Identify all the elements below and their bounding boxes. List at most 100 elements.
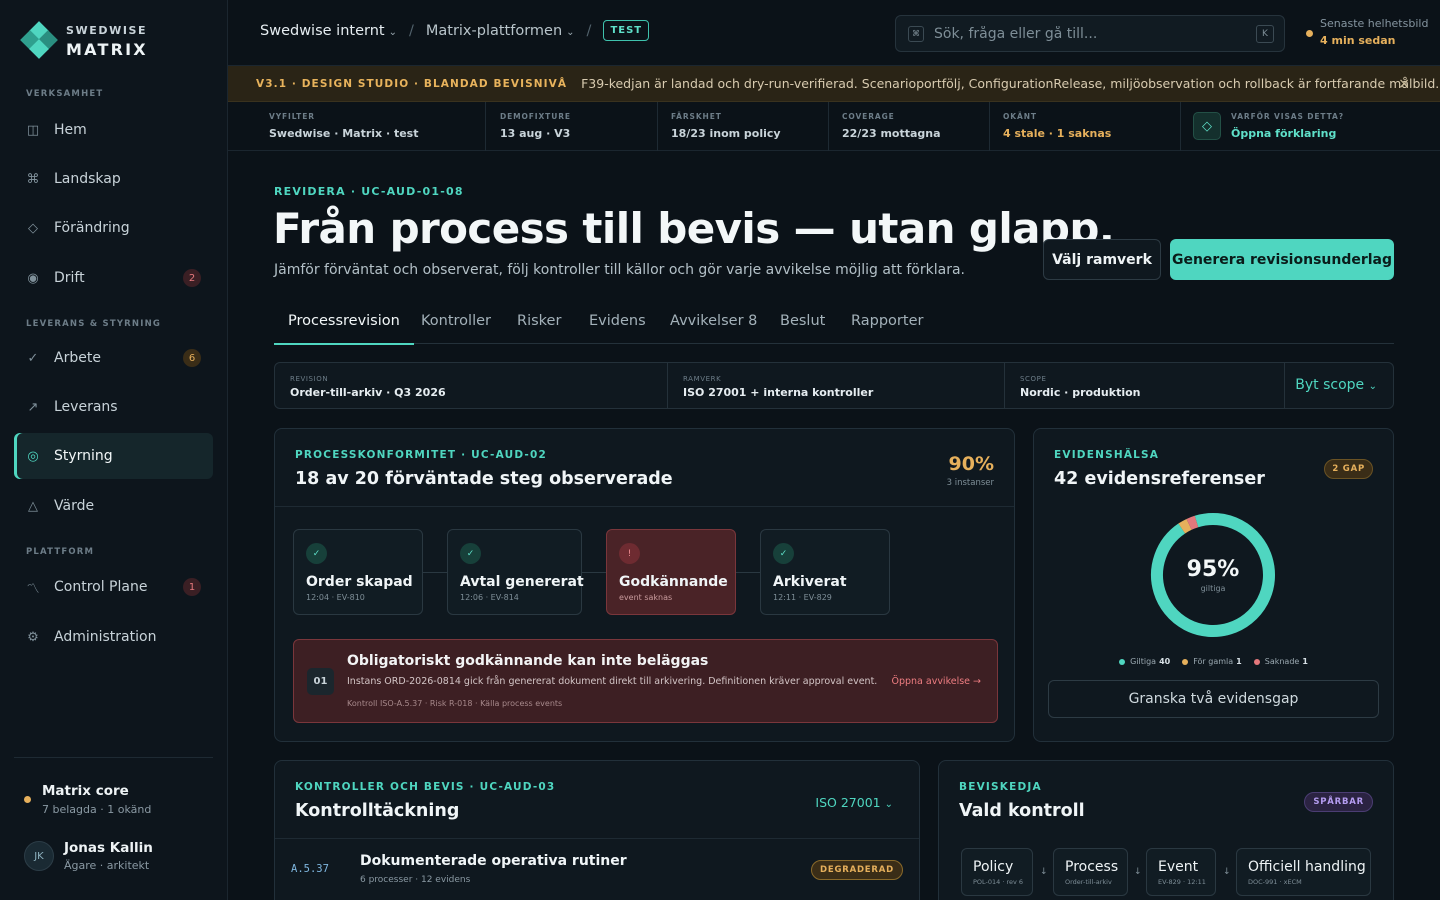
meta-why-shown[interactable]: ◇ VARFÖR VISAS DETTA? Öppna förklaring <box>1181 102 1411 151</box>
generate-audit-button[interactable]: Generera revisionsunderlag <box>1170 239 1394 280</box>
health-value: 4 min sedan <box>1320 34 1396 47</box>
deviation-alert: 01 Obligatoriskt godkännande kan inte be… <box>293 639 998 723</box>
command-icon: ⌘ <box>26 171 40 187</box>
process-conformity-card: PROCESSKONFORMITET · UC-AUD-02 18 av 20 … <box>274 428 1015 742</box>
donut-center: 95% giltiga <box>1149 557 1277 593</box>
count-badge: 6 <box>183 349 201 367</box>
scope-value: Nordic · produktion <box>1020 386 1141 399</box>
search-input[interactable] <box>934 25 1244 42</box>
open-deviation-link[interactable]: Öppna avvikelse → <box>891 676 981 687</box>
sidebar-item-arbete[interactable]: ✓ Arbete 6 <box>14 335 213 381</box>
step-name: Avtal genererat <box>460 574 584 590</box>
chain-node-policy[interactable]: Policy POL-014 · rev 6 <box>961 848 1033 896</box>
sidebar-item-drift[interactable]: ◉ Drift 2 <box>14 255 213 301</box>
framework-select[interactable]: ISO 27001 ⌄ <box>815 795 893 810</box>
check-icon: ✓ <box>773 543 794 564</box>
health-status[interactable]: Senaste helhetsbild 4 min sedan <box>1306 17 1428 47</box>
breadcrumb: Swedwise internt ⌄ / Matrix-plattformen ⌄ … <box>260 20 650 41</box>
count-badge: 1 <box>183 578 201 596</box>
avatar: JK <box>24 841 54 871</box>
meta-view-filter[interactable]: VYFILTER Swedwise · Matrix · test <box>257 102 486 151</box>
sidebar-item-forandring[interactable]: ◇ Förändring <box>14 205 213 251</box>
framework-select-value: ISO 27001 <box>815 795 881 810</box>
tab-avvikelser[interactable]: Avvikelser 8 <box>670 298 757 344</box>
sidebar-item-landskap[interactable]: ⌘ Landskap <box>14 156 213 202</box>
close-icon[interactable]: × <box>1398 76 1410 92</box>
step-connector <box>582 572 606 573</box>
sidebar-item-styrning[interactable]: ◎ Styrning <box>14 433 213 479</box>
process-step[interactable]: ✓ Arkiverat 12:11 · EV-829 <box>760 529 890 615</box>
meta-freshness[interactable]: FÄRSKHET 18/23 inom policy <box>659 102 829 151</box>
card-eyebrow: KONTROLLER OCH BEVIS · UC-AUD-03 <box>295 781 556 793</box>
open-explanation-link[interactable]: Öppna förklaring <box>1231 127 1411 140</box>
gear-icon: ⚙ <box>27 629 39 645</box>
sidebar-item-leverans[interactable]: ↗ Leverans <box>14 384 213 430</box>
process-step-missing[interactable]: ! Godkännande event saknas <box>606 529 736 615</box>
meta-value: Swedwise · Matrix · test <box>269 127 419 140</box>
user-role: Ägare · arkitekt <box>64 859 150 872</box>
chain-node-event[interactable]: Event EV-829 · 12:11 <box>1146 848 1216 896</box>
legend-dot <box>1119 658 1126 665</box>
sidebar-item-hem[interactable]: ◫ Hem <box>14 107 213 153</box>
meta-value: 4 stale · 1 saknas <box>1003 127 1112 140</box>
legend-label: Giltiga <box>1130 657 1157 666</box>
tab-evidens[interactable]: Evidens <box>589 298 646 344</box>
count-badge: 2 <box>183 269 201 287</box>
deviation-title: Obligatoriskt godkännande kan inte beläg… <box>347 653 709 669</box>
user-profile[interactable]: JK Jonas Kallin Ägare · arkitekt <box>24 840 153 872</box>
global-search[interactable]: ⌘ K <box>895 15 1285 52</box>
change-scope-label: Byt scope <box>1295 377 1365 393</box>
breadcrumb-label: Swedwise internt <box>260 22 385 39</box>
topbar: Swedwise internt ⌄ / Matrix-plattformen ⌄ … <box>228 0 1440 66</box>
tab-rapporter[interactable]: Rapporter <box>851 298 923 344</box>
check-icon: ✓ <box>27 350 39 366</box>
meta-demo-fixture[interactable]: DEMOFIXTURE 13 aug · V3 <box>488 102 658 151</box>
evidence-health-card: EVIDENSHÄLSA 42 evidensreferenser 2 GAP … <box>1033 428 1394 742</box>
legend-count: 1 <box>1302 657 1308 666</box>
sidebar-item-administration[interactable]: ⚙ Administration <box>14 614 213 660</box>
nav-section-plattform: PLATTFORM <box>26 547 95 557</box>
meta-unknown[interactable]: OKÄNT 4 stale · 1 saknas <box>991 102 1181 151</box>
step-name: Order skapad <box>306 574 413 590</box>
legend-dot <box>1182 658 1189 665</box>
page-title: Från process till bevis — utan glapp. <box>273 204 1115 253</box>
sidebar-item-control-plane[interactable]: 〽 Control Plane 1 <box>14 564 213 610</box>
tab-risker[interactable]: Risker <box>517 298 561 344</box>
status-badge: DEGRADERAD <box>810 860 903 880</box>
deviation-number: 01 <box>307 668 334 695</box>
sidebar-item-varde[interactable]: △ Värde <box>14 483 213 529</box>
card-eyebrow: EVIDENSHÄLSA <box>1054 449 1160 461</box>
review-evidence-gaps-button[interactable]: Granska två evidensgap <box>1048 680 1379 718</box>
page-eyebrow: REVIDERA · UC-AUD-01-08 <box>274 185 464 198</box>
check-icon: ✓ <box>306 543 327 564</box>
change-scope-button[interactable]: Byt scope ⌄ <box>1295 377 1377 393</box>
diamond-icon: ◇ <box>1193 112 1221 140</box>
status-dot <box>24 796 31 803</box>
step-meta: 12:06 · EV-814 <box>460 593 519 602</box>
meta-coverage[interactable]: COVERAGE 22/23 mottagna <box>830 102 990 151</box>
tab-processrevision[interactable]: Processrevision <box>274 298 414 345</box>
arrow-down-icon: ↓ <box>1040 867 1048 877</box>
breadcrumb-platform[interactable]: Matrix-plattformen ⌄ <box>426 23 575 39</box>
brand-line-2: MATRIX <box>66 39 148 59</box>
tab-kontroller[interactable]: Kontroller <box>421 298 491 344</box>
breadcrumb-org[interactable]: Swedwise internt ⌄ <box>260 23 397 39</box>
card-title: 18 av 20 förväntade steg observerade <box>295 469 673 489</box>
sidebar-item-label: Drift <box>54 270 85 286</box>
workspace-status[interactable]: Matrix core 7 belagda · 1 okänd <box>24 783 151 816</box>
legend-count: 40 <box>1159 657 1171 666</box>
context-strip: VYFILTER Swedwise · Matrix · test DEMOFI… <box>228 102 1440 151</box>
process-step[interactable]: ✓ Order skapad 12:04 · EV-810 <box>293 529 423 615</box>
tab-beslut[interactable]: Beslut <box>780 298 825 344</box>
chain-node-process[interactable]: Process Order-till-arkiv <box>1053 848 1128 896</box>
chain-node-official-document[interactable]: Officiell handling DOC-991 · xECM <box>1236 848 1371 896</box>
choose-framework-button[interactable]: Välj ramverk <box>1043 239 1161 280</box>
table-row[interactable]: A.5.37 Dokumenterade operativa rutiner 6… <box>275 838 919 900</box>
chain-node-name: Officiell handling <box>1248 859 1366 875</box>
brand-logo[interactable]: SWEDWISE MATRIX <box>18 20 148 62</box>
meta-key: VYFILTER <box>269 112 315 121</box>
sidebar-item-label: Landskap <box>54 171 121 187</box>
meta-key: COVERAGE <box>842 112 895 121</box>
scope-bar: REVISION Order-till-arkiv · Q3 2026 RAMV… <box>274 362 1394 409</box>
process-step[interactable]: ✓ Avtal genererat 12:06 · EV-814 <box>447 529 584 615</box>
